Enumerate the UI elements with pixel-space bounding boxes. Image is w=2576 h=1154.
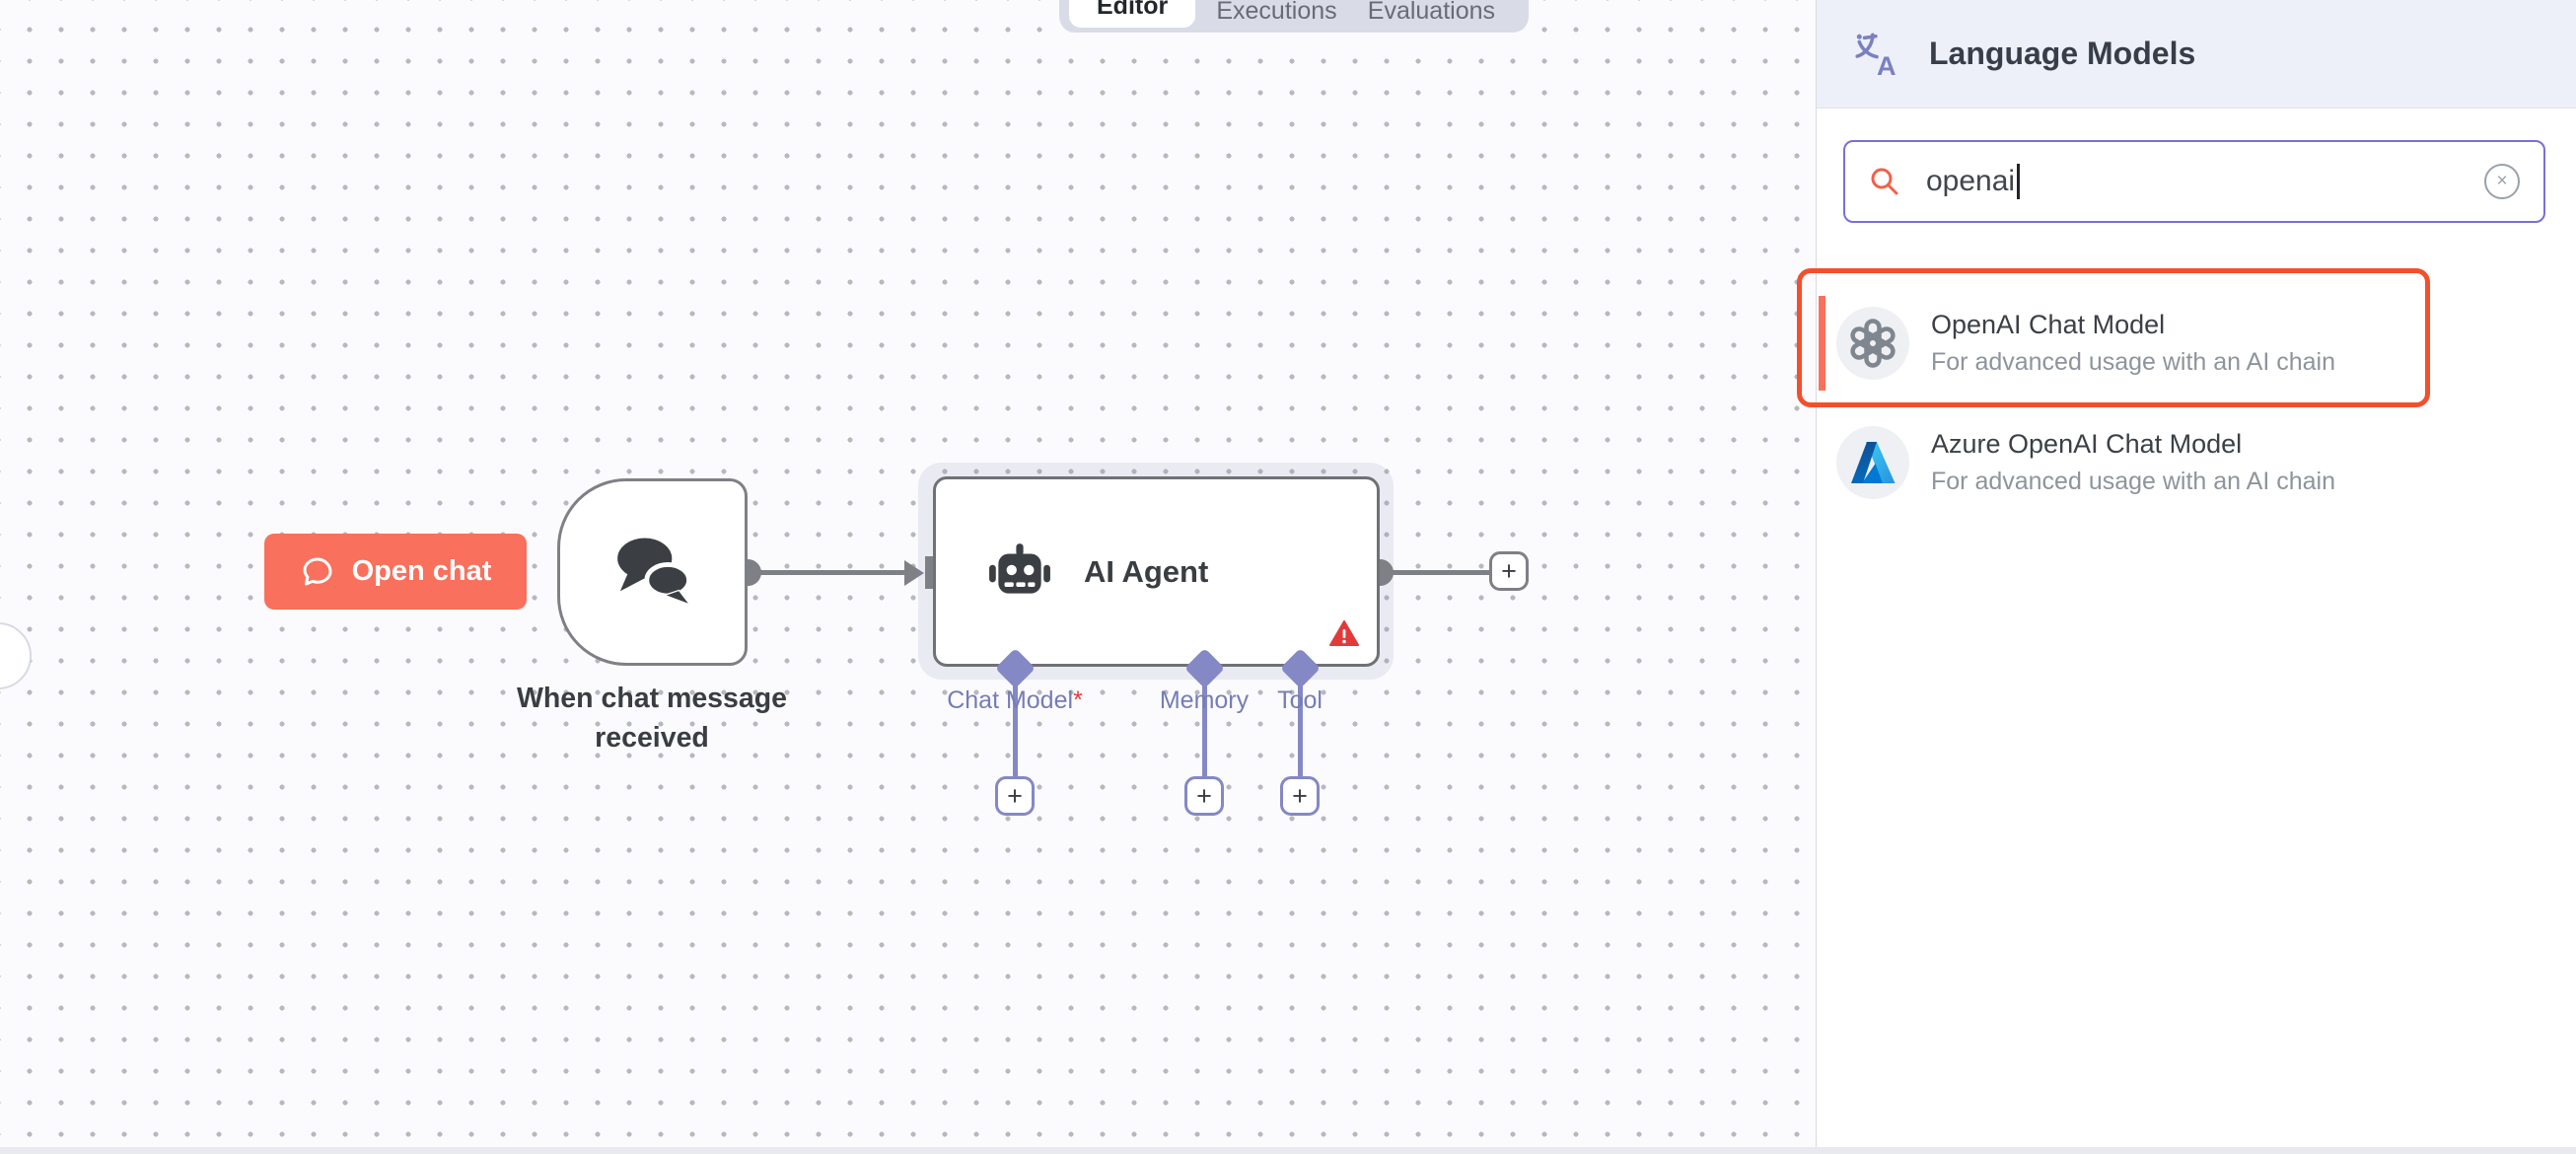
agent-node-title: AI Agent bbox=[1084, 554, 1208, 590]
node-ai-agent[interactable]: AI Agent bbox=[933, 476, 1380, 667]
translate-icon: A bbox=[1852, 30, 1901, 79]
app-window: Editor Executions Evaluations Open chat bbox=[0, 0, 2576, 1154]
search-input[interactable]: openai × bbox=[1843, 140, 2545, 223]
tool-port-label: Tool bbox=[1241, 686, 1359, 715]
required-asterisk: * bbox=[1073, 686, 1083, 714]
item-description: For advanced usage with an AI chain bbox=[1931, 465, 2335, 498]
item-hover-indicator bbox=[1819, 296, 1825, 391]
item-title: Azure OpenAI Chat Model bbox=[1931, 426, 2335, 462]
clear-icon: × bbox=[2496, 171, 2507, 192]
chat-bubbles-icon bbox=[608, 533, 698, 612]
node-when-chat-message-received[interactable] bbox=[557, 478, 748, 666]
list-item-azure-openai-chat-model[interactable]: Azure OpenAI Chat Model For advanced usa… bbox=[1817, 400, 2576, 524]
workflow-canvas[interactable]: Editor Executions Evaluations Open chat bbox=[0, 0, 1816, 1154]
add-memory-button[interactable]: + bbox=[1184, 776, 1224, 816]
connection-line[interactable] bbox=[748, 570, 915, 575]
tab-editor[interactable]: Editor bbox=[1069, 0, 1195, 28]
canvas-left-handle[interactable] bbox=[0, 622, 32, 689]
item-description: For advanced usage with an AI chain bbox=[1931, 345, 2335, 379]
plus-icon: + bbox=[1196, 781, 1212, 812]
text-caret bbox=[2017, 164, 2020, 199]
open-chat-button[interactable]: Open chat bbox=[264, 534, 527, 610]
openai-logo bbox=[1836, 307, 1909, 380]
plus-icon: + bbox=[1501, 556, 1517, 587]
plus-icon: + bbox=[1007, 781, 1023, 812]
trigger-label-line2: received bbox=[455, 718, 849, 757]
bottom-edge-strip bbox=[0, 1147, 2576, 1154]
trigger-node-label: When chat message received bbox=[455, 679, 849, 757]
view-tabs: Editor Executions Evaluations bbox=[1059, 0, 1529, 33]
robot-icon bbox=[987, 541, 1052, 603]
open-chat-label: Open chat bbox=[352, 555, 492, 588]
tab-evaluations[interactable]: Evaluations bbox=[1358, 0, 1505, 33]
item-title: OpenAI Chat Model bbox=[1931, 307, 2335, 342]
panel-title: Language Models bbox=[1929, 36, 2195, 72]
chat-bubble-icon bbox=[300, 554, 335, 590]
tab-executions[interactable]: Executions bbox=[1206, 0, 1346, 33]
panel-header: A Language Models bbox=[1817, 0, 2576, 108]
node-picker-panel: A Language Models openai × bbox=[1816, 0, 2576, 1154]
trigger-label-line1: When chat message bbox=[455, 679, 849, 718]
output-connection-stub bbox=[1380, 570, 1491, 575]
search-value: openai bbox=[1926, 164, 2020, 199]
list-item-openai-chat-model[interactable]: OpenAI Chat Model For advanced usage wit… bbox=[1817, 281, 2576, 404]
azure-logo bbox=[1836, 426, 1909, 499]
warning-triangle-icon[interactable] bbox=[1329, 620, 1359, 652]
add-chat-model-button[interactable]: + bbox=[995, 776, 1035, 816]
add-tool-button[interactable]: + bbox=[1280, 776, 1320, 816]
clear-search-button[interactable]: × bbox=[2484, 164, 2520, 199]
search-icon bbox=[1869, 166, 1900, 197]
svg-text:A: A bbox=[1877, 49, 1896, 78]
add-next-node-button[interactable]: + bbox=[1489, 551, 1529, 591]
plus-icon: + bbox=[1292, 781, 1308, 812]
